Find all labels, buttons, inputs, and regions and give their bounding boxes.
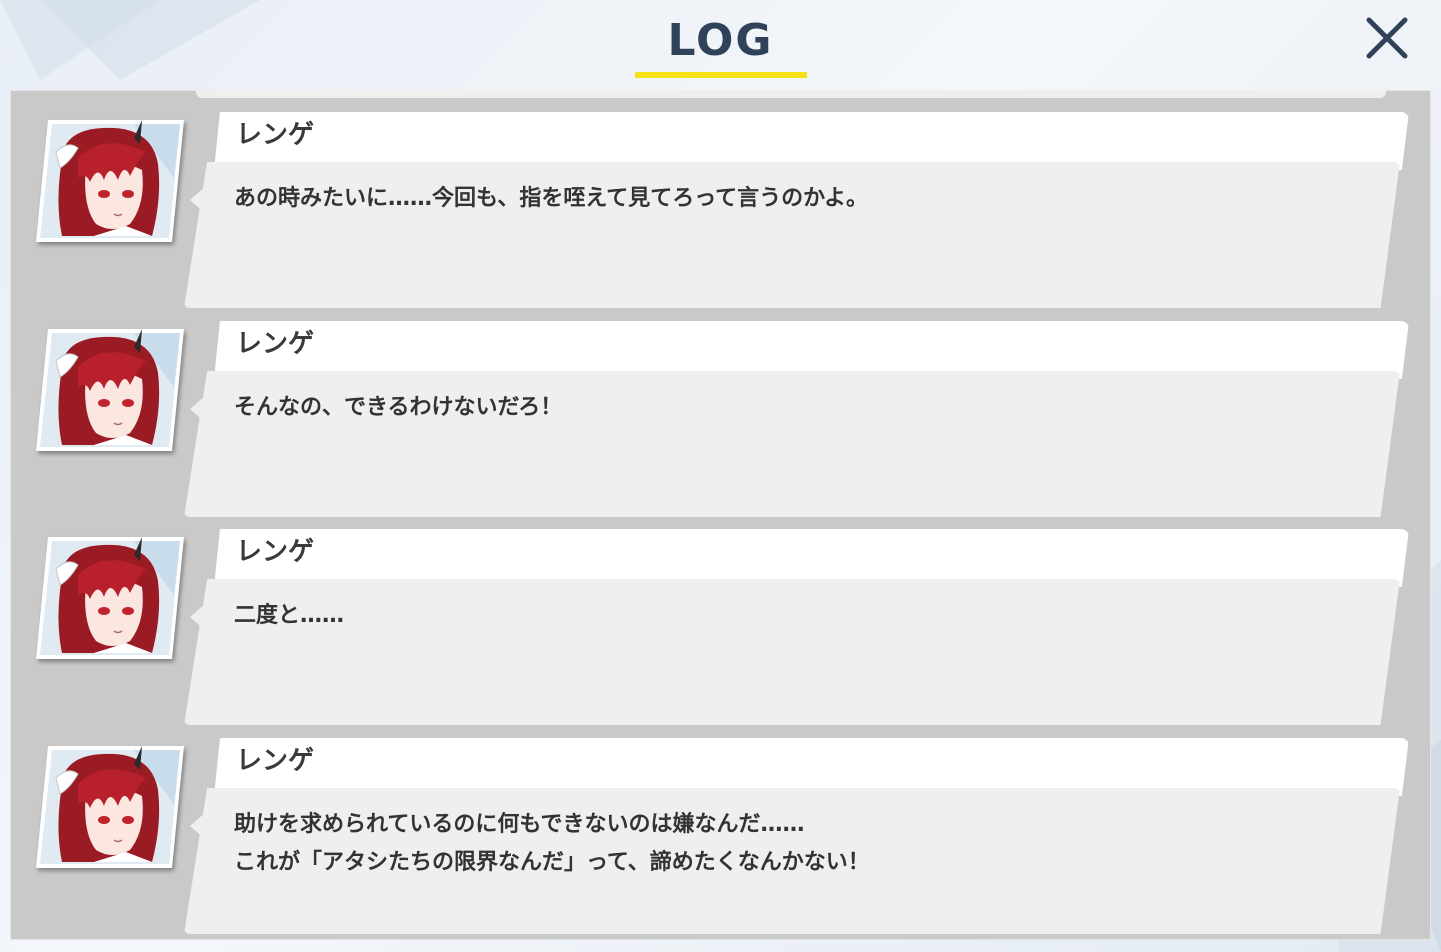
dialogue-pointer bbox=[190, 812, 206, 840]
dialogue-text: あの時みたいに……今回も、指を咥えて見てろって言うのかよ。 bbox=[234, 180, 1364, 218]
close-button[interactable] bbox=[1359, 10, 1415, 66]
dialogue-line: 助けを求められているのに何もできないのは嫌なんだ…… bbox=[234, 812, 805, 837]
speaker-name: レンゲ bbox=[236, 746, 315, 776]
speaker-avatar bbox=[34, 535, 186, 661]
title-underline bbox=[635, 72, 807, 78]
speaker-avatar bbox=[34, 118, 186, 244]
log-entry: レンゲ 助けを求められているのに何もできないのは嫌なんだ…… これが「アタシたちの… bbox=[10, 716, 1431, 934]
log-entry: レンゲ あの時みたいに……今回も、指を咥えて見てろって言うのかよ。 bbox=[10, 90, 1431, 308]
speaker-name-bar bbox=[214, 321, 1409, 379]
dialogue-pointer bbox=[190, 603, 206, 631]
dialogue-text: そんなの、できるわけないだろ！ bbox=[234, 389, 1364, 427]
speaker-name-bar bbox=[214, 112, 1409, 170]
log-panel[interactable]: レンゲ あの時みたいに……今回も、指を咥えて見てろって言うのかよ。 レンゲ そん… bbox=[10, 90, 1431, 940]
log-title: LOG bbox=[667, 15, 774, 66]
dialogue-pointer bbox=[190, 395, 206, 423]
speaker-name-bar bbox=[214, 738, 1409, 796]
speaker-avatar bbox=[34, 744, 186, 870]
speaker-name: レンゲ bbox=[236, 120, 315, 150]
log-entry: レンゲ そんなの、できるわけないだろ！ bbox=[10, 299, 1431, 517]
speaker-name-bar bbox=[214, 529, 1409, 587]
close-icon[interactable] bbox=[1359, 10, 1415, 66]
dialogue-line: 二度と…… bbox=[234, 603, 345, 628]
log-header: LOG bbox=[0, 0, 1441, 80]
dialogue-line: これが「アタシたちの限界なんだ」って、諦めたくなんかない！ bbox=[234, 850, 870, 875]
speaker-name: レンゲ bbox=[236, 537, 315, 567]
dialogue-line: そんなの、できるわけないだろ！ bbox=[234, 395, 563, 420]
dialogue-text: 二度と…… bbox=[234, 597, 1364, 635]
log-entry: レンゲ 二度と…… bbox=[10, 507, 1431, 725]
dialogue-line: あの時みたいに……今回も、指を咥えて見てろって言うのかよ。 bbox=[234, 186, 869, 211]
dialogue-text: 助けを求められているのに何もできないのは嫌なんだ…… これが「アタシたちの限界なん… bbox=[234, 806, 1364, 882]
speaker-name: レンゲ bbox=[236, 329, 315, 359]
dialogue-pointer bbox=[190, 186, 206, 214]
speaker-avatar bbox=[34, 327, 186, 453]
